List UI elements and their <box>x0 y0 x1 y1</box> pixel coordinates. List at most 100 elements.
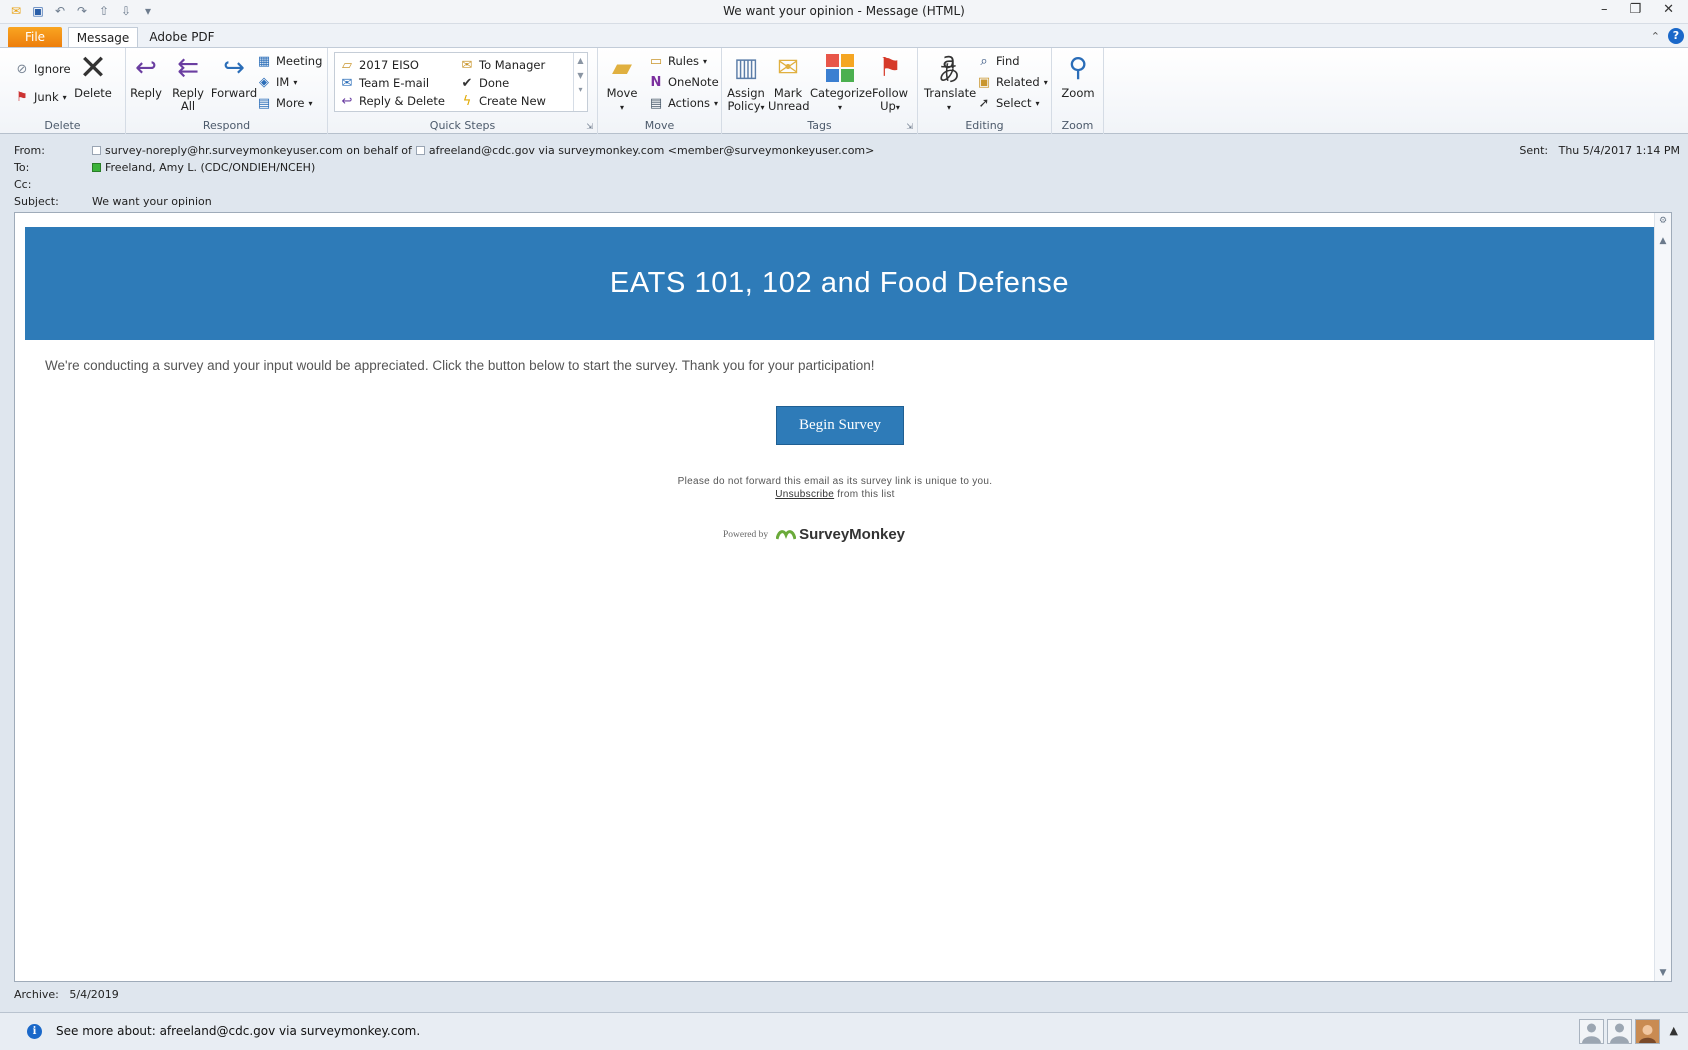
unsubscribe-line: Unsubscribe from this list <box>15 489 1655 500</box>
find-button[interactable]: ⌕ Find <box>976 52 1019 70</box>
delete-button[interactable]: ✕ Delete <box>74 51 112 100</box>
email-intro-text: We're conducting a survey and your input… <box>45 358 875 373</box>
im-button[interactable]: ◈ IM ▾ <box>256 73 297 91</box>
tags-group-label: Tags <box>807 119 832 132</box>
quickstep-to-manager[interactable]: ✉ To Manager <box>459 56 546 74</box>
editing-group: aあ Translate ▾ ⌕ Find ▣ Related ▾ ➚ Select ▾ Ed… <box>918 48 1052 134</box>
quickstep-team-email[interactable]: ✉ Team E-mail <box>339 74 430 92</box>
presence-icon <box>92 163 101 172</box>
actions-button[interactable]: ▤ Actions ▾ <box>648 94 718 112</box>
minimize-button[interactable]: – <box>1601 2 1608 17</box>
behalf-status-icon <box>415 146 425 155</box>
onenote-button[interactable]: N OneNote <box>648 73 719 91</box>
quickstep-done[interactable]: ✔ Done <box>459 74 510 92</box>
subject-value: We want your opinion <box>92 195 212 208</box>
cursor-icon: ➚ <box>978 95 990 111</box>
forward-button[interactable]: ↪ Forward <box>210 52 258 100</box>
window-title: We want your opinion - Message (HTML) <box>723 4 965 18</box>
rules-button[interactable]: ▭ Rules ▾ <box>648 52 707 70</box>
ignore-icon: ⊘ <box>16 61 28 77</box>
zoom-button[interactable]: ⚲ Zoom <box>1056 52 1100 100</box>
quickstep-reply-delete[interactable]: ↩ Reply & Delete <box>339 92 445 110</box>
unsubscribe-link[interactable]: Unsubscribe <box>775 489 834 500</box>
checkmark-icon: ✔ <box>461 75 473 91</box>
body-scrollbar[interactable]: ⚙ ▲ ▼ <box>1654 213 1671 981</box>
follow-up-button[interactable]: ⚑ Follow Up▾ <box>870 52 910 114</box>
begin-survey-button[interactable]: Begin Survey <box>776 406 904 445</box>
sent-field: Sent: Thu 5/4/2017 1:14 PM <box>1519 144 1680 157</box>
quickstep-2017-eiso[interactable]: ▱ 2017 EISO <box>339 56 419 74</box>
move-group-label: Move <box>644 119 675 132</box>
reply-all-icon: ⇇ <box>177 52 199 83</box>
to-field[interactable]: Freeland, Amy L. (CDC/ONDIEH/NCEH) <box>92 161 315 174</box>
email-banner-title: EATS 101, 102 and Food Defense <box>25 227 1654 340</box>
tab-file[interactable]: File <box>8 27 62 48</box>
settings-corner-icon[interactable]: ⚙ <box>1657 215 1669 227</box>
related-button[interactable]: ▣ Related ▾ <box>976 73 1048 91</box>
message-header: From: survey-noreply@hr.surveymonkeyuser… <box>0 134 1688 212</box>
translate-button[interactable]: aあ Translate ▾ <box>924 49 976 114</box>
to-label: To: <box>14 161 30 174</box>
unsubscribe-tail: from this list <box>837 489 895 500</box>
junk-button[interactable]: ⚑ Junk ▾ <box>14 88 66 106</box>
move-group: ▰ Move ▾ ▭ Rules ▾ N OneNote ▤ Actions ▾ Move <box>598 48 722 134</box>
translate-icon: aあ <box>937 49 960 87</box>
respond-group: ↩ Reply ⇇ Reply All ↪ Forward ▦ Meeting ◈ IM ▾ … <box>126 48 328 134</box>
from-field[interactable]: survey-noreply@hr.surveymonkeyuser.com o… <box>92 144 874 157</box>
people-pane: i See more about: afreeland@cdc.gov via … <box>0 1012 1688 1050</box>
ribbon: ⊘ Ignore ⚑ Junk ▾ ✕ Delete Delete ↩ Reply ⇇ Re… <box>0 47 1688 134</box>
categorize-button[interactable]: Categorize ▾ <box>810 52 872 114</box>
binoculars-icon: ⌕ <box>980 53 988 69</box>
meeting-icon: ▦ <box>257 53 271 69</box>
close-button[interactable]: ✕ <box>1663 2 1674 17</box>
move-button[interactable]: ▰ Move ▾ <box>604 52 640 114</box>
reply-all-button[interactable]: ⇇ Reply All <box>168 52 208 113</box>
ribbon-tabs: File Message Adobe PDF ⌃ ? <box>0 24 1688 48</box>
select-button[interactable]: ➚ Select ▾ <box>976 94 1040 112</box>
team-email-icon: ✉ <box>341 75 353 91</box>
flag-icon: ⚑ <box>878 52 902 83</box>
minimize-ribbon-icon[interactable]: ⌃ <box>1651 30 1660 43</box>
tags-launcher-icon[interactable]: ⇲ <box>906 122 913 131</box>
from-sender[interactable]: survey-noreply@hr.surveymonkeyuser.com o… <box>105 144 412 157</box>
reply-delete-icon: ↩ <box>341 93 353 109</box>
rules-icon: ▭ <box>649 53 663 69</box>
quick-steps-gallery: ▱ 2017 EISO ✉ To Manager ✉ Team E-mail ✔ Don… <box>334 52 588 112</box>
see-more-about[interactable]: See more about: afreeland@cdc.gov via su… <box>56 1024 420 1038</box>
mark-unread-icon: ✉ <box>777 52 799 83</box>
scroll-up-icon[interactable]: ▲ <box>1657 235 1669 247</box>
delete-group: ⊘ Ignore ⚑ Junk ▾ ✕ Delete Delete <box>0 48 126 134</box>
forward-mail-icon: ✉ <box>461 57 473 73</box>
editing-group-label: Editing <box>965 119 1004 132</box>
tab-message[interactable]: Message <box>68 27 138 48</box>
title-bar: ✉ ▣ ↶ ↷ ⇧ ⇩ ▾ We want your opinion - Mes… <box>0 0 1688 24</box>
contact-avatar[interactable] <box>1579 1019 1604 1044</box>
help-icon[interactable]: ? <box>1668 28 1684 44</box>
more-button[interactable]: ▤ More ▾ <box>256 94 313 112</box>
quick-steps-scroll[interactable]: ▲ ▼ ▾ <box>573 53 587 111</box>
im-icon: ◈ <box>259 74 269 90</box>
expand-people-pane-icon[interactable]: ▲ <box>1670 1024 1678 1037</box>
tags-group: ▥ Assign Policy▾ ✉ Mark Unread Categorize ▾ ⚑… <box>722 48 918 134</box>
respond-group-label: Respond <box>202 119 251 132</box>
powered-by-text: Powered by <box>723 529 769 540</box>
zoom-group-label: Zoom <box>1061 119 1094 132</box>
from-behalf[interactable]: afreeland@cdc.gov via surveymonkey.com <… <box>429 144 874 157</box>
surveymonkey-logo[interactable]: SurveyMonkey <box>776 526 905 543</box>
message-body: EATS 101, 102 and Food Defense We're con… <box>14 212 1672 982</box>
restore-button[interactable]: ❐ <box>1629 2 1641 17</box>
user-photo-avatar[interactable] <box>1635 1019 1660 1044</box>
tab-adobe-pdf[interactable]: Adobe PDF <box>146 27 218 48</box>
mark-unread-button[interactable]: ✉ Mark Unread <box>768 52 810 113</box>
scroll-down-icon[interactable]: ▼ <box>1657 967 1669 979</box>
meeting-button[interactable]: ▦ Meeting <box>256 52 323 70</box>
contact-avatar[interactable] <box>1607 1019 1632 1044</box>
quickstep-create-new[interactable]: ϟ Create New <box>459 92 546 110</box>
assign-policy-button[interactable]: ▥ Assign Policy▾ <box>726 52 766 114</box>
related-icon: ▣ <box>977 74 991 90</box>
quick-steps-launcher-icon[interactable]: ⇲ <box>586 122 593 131</box>
to-recipient[interactable]: Freeland, Amy L. (CDC/ONDIEH/NCEH) <box>105 161 315 174</box>
ignore-button[interactable]: ⊘ Ignore <box>14 60 71 78</box>
reply-button[interactable]: ↩ Reply <box>126 52 166 100</box>
quick-steps-label: Quick Steps <box>429 119 496 132</box>
